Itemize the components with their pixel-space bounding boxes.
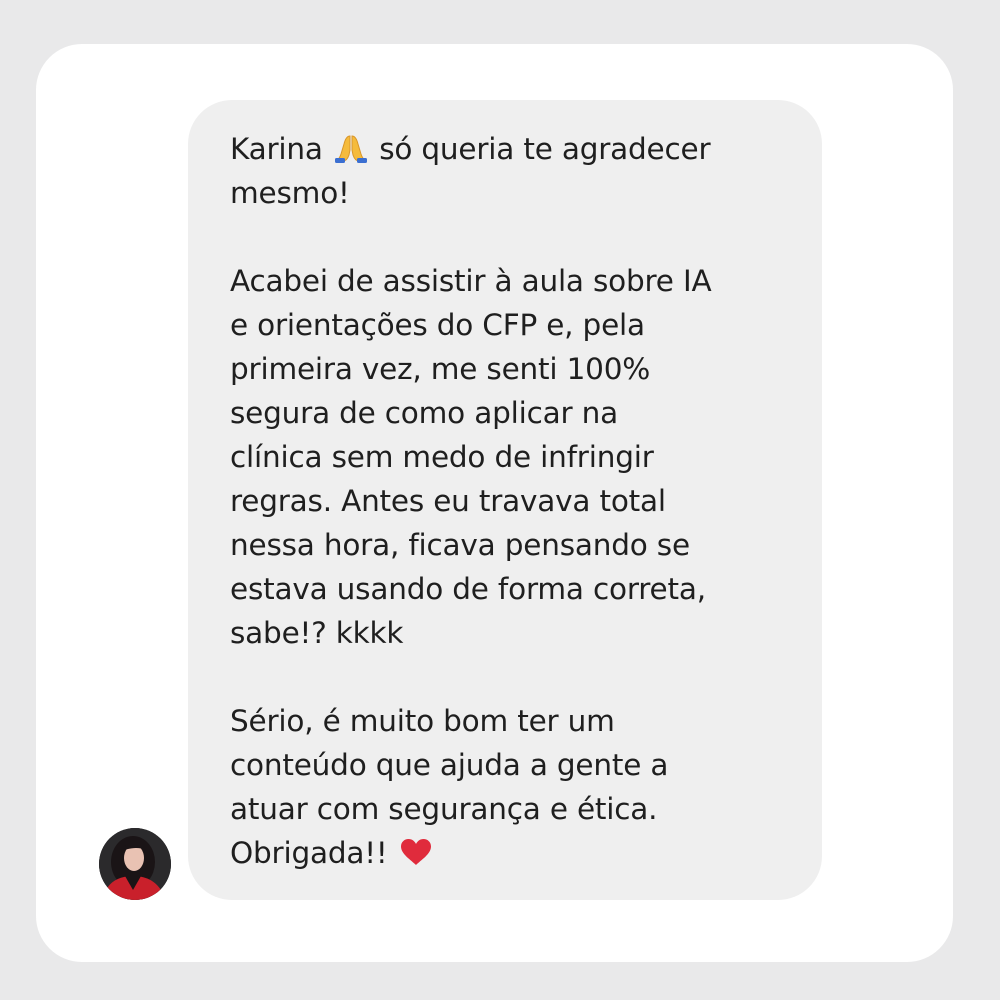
avatar[interactable]: [99, 828, 171, 900]
profile-photo-icon: [99, 828, 171, 900]
message-line: nessa hora, ficava pensando se: [230, 528, 690, 562]
heart-icon: [399, 835, 433, 879]
message-text: só queria te agradecer: [379, 132, 711, 166]
message-line: Sério, é muito bom ter um: [230, 704, 615, 738]
message-text: Karina: [230, 132, 323, 166]
message-line: primeira vez, me senti 100%: [230, 352, 651, 386]
message-line: Acabei de assistir à aula sobre IA: [230, 264, 712, 298]
message-line: sabe!? kkkk: [230, 616, 404, 650]
message-line: e orientações do CFP e, pela: [230, 308, 645, 342]
message-text: Obrigada!!: [230, 836, 388, 870]
folded-hands-icon: [334, 131, 368, 175]
message-bubble: Karina só queria te agradecer mesmo! Aca…: [188, 100, 822, 900]
message-line: regras. Antes eu travava total: [230, 484, 666, 518]
message-line: segura de como aplicar na: [230, 396, 618, 430]
message-line: clínica sem medo de infringir: [230, 440, 654, 474]
message-line: atuar com segurança e ética.: [230, 792, 658, 826]
message-line: estava usando de forma correta,: [230, 572, 706, 606]
message-line: Obrigada!!: [230, 831, 802, 875]
message-line: mesmo!: [230, 176, 350, 210]
message-line: Karina só queria te agradecer: [230, 127, 802, 171]
message-line: conteúdo que ajuda a gente a: [230, 748, 669, 782]
